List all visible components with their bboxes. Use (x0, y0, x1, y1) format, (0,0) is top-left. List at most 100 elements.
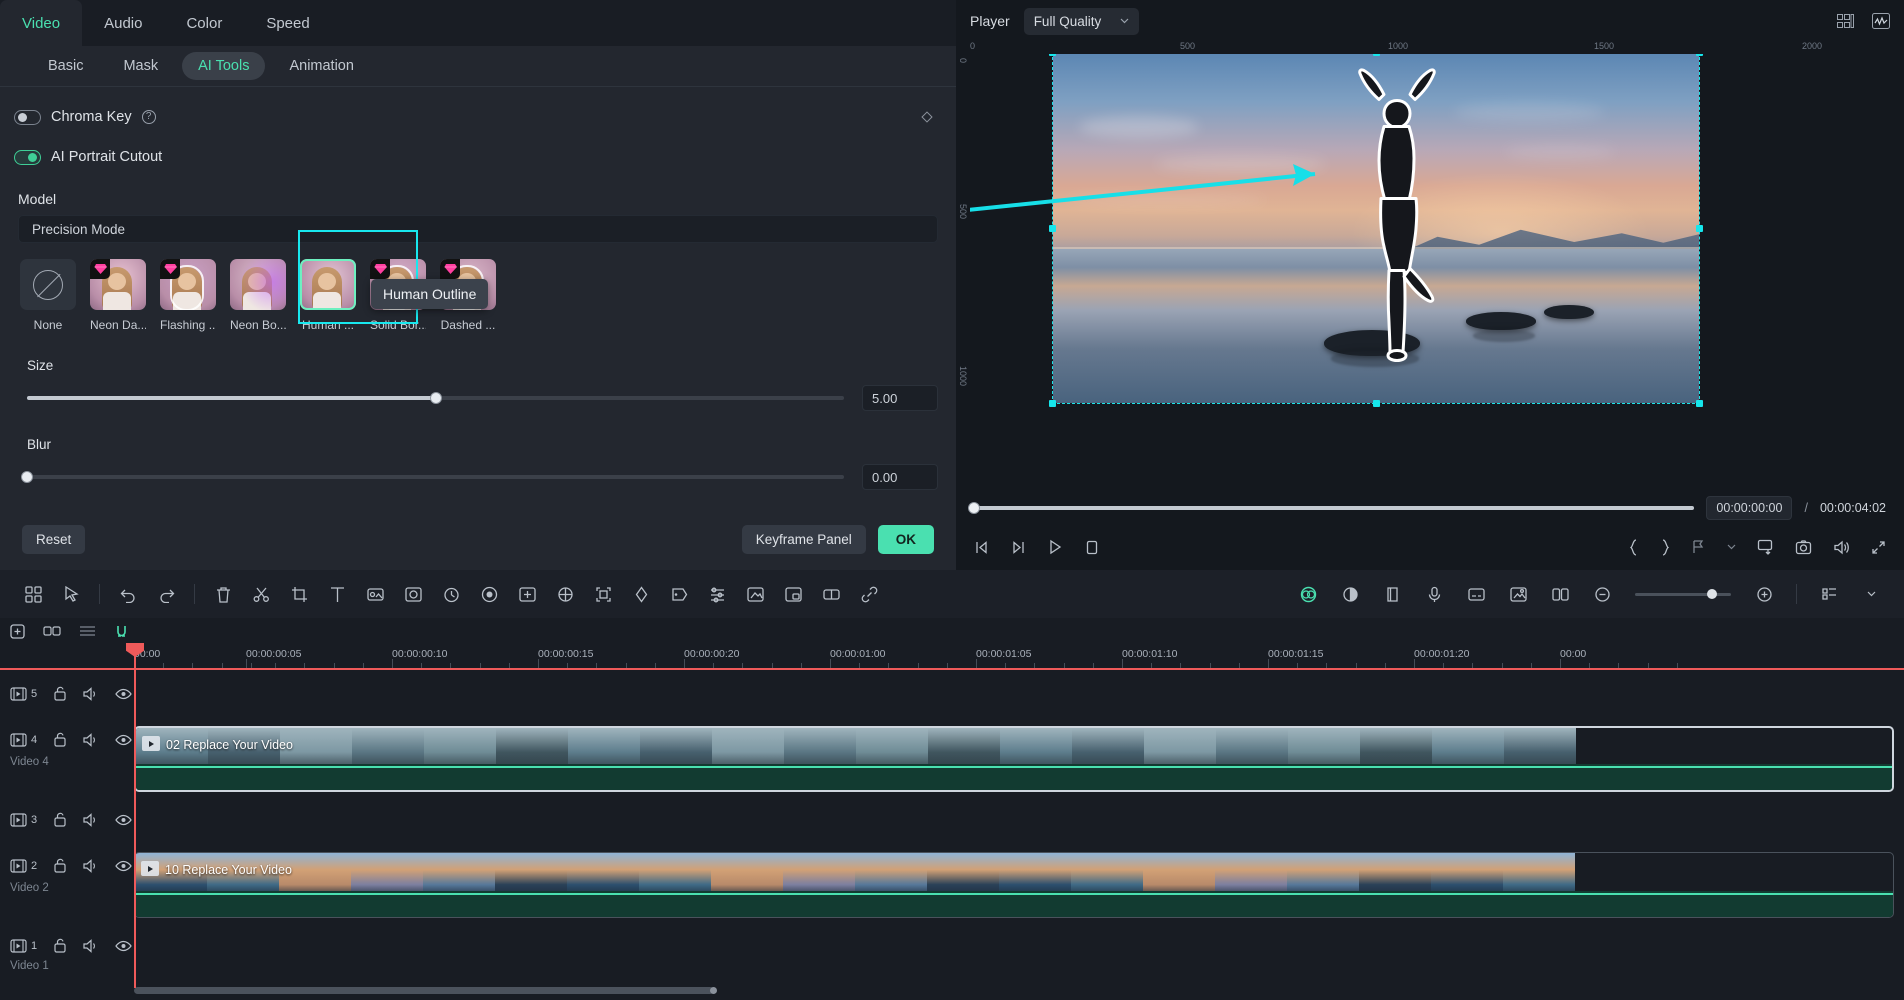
mute-speaker-icon[interactable] (83, 858, 99, 873)
chroma-key-toggle[interactable] (14, 109, 41, 125)
eye-visibility-icon[interactable] (115, 734, 132, 746)
subtab-animation[interactable]: Animation (273, 52, 369, 80)
preset-thumb-2[interactable] (160, 259, 216, 310)
chevron-down-icon[interactable] (1727, 544, 1736, 550)
preset-thumb-4[interactable] (300, 259, 356, 310)
color-swatch-icon[interactable] (356, 575, 394, 613)
next-frame-icon[interactable] (1011, 540, 1026, 555)
record-icon[interactable] (470, 575, 508, 613)
transition-icon[interactable] (1541, 575, 1579, 613)
markers-icon[interactable] (79, 624, 96, 638)
timeline-zoom-slider[interactable] (1635, 589, 1731, 599)
preset-thumb-3[interactable] (230, 259, 286, 310)
motion-track-icon[interactable] (546, 575, 584, 613)
mute-speaker-icon[interactable] (83, 812, 99, 827)
ok-button[interactable]: OK (877, 524, 934, 554)
waveform-icon[interactable] (1872, 13, 1890, 29)
adjust-icon[interactable] (1331, 575, 1369, 613)
tab-audio[interactable]: Audio (82, 0, 164, 46)
marker-icon[interactable] (660, 575, 698, 613)
picture-in-picture-icon[interactable] (774, 575, 812, 613)
current-timecode[interactable]: 00:00:00:00 (1706, 496, 1793, 520)
film-track-icon[interactable] (10, 858, 27, 873)
eye-visibility-icon[interactable] (115, 814, 132, 826)
preset-4[interactable]: Human ... (300, 259, 356, 332)
blur-value-input[interactable]: 0.00 (862, 464, 938, 490)
zoom-out-icon[interactable] (1583, 575, 1621, 613)
timeline-horizontal-scrollbar[interactable] (134, 987, 1894, 996)
play-icon[interactable] (1048, 539, 1063, 555)
grid-view-icon[interactable] (1837, 13, 1854, 29)
lock-icon[interactable] (53, 938, 67, 953)
diamond-keyframe-icon[interactable] (921, 111, 933, 123)
quality-select[interactable]: Full Quality (1023, 7, 1139, 35)
sticker-icon[interactable] (1499, 575, 1537, 613)
auto-sync-icon[interactable] (43, 624, 61, 638)
auto-reframe-icon[interactable] (584, 575, 622, 613)
video-canvas[interactable] (1049, 54, 1703, 407)
mute-speaker-icon[interactable] (83, 938, 99, 953)
preset-0[interactable]: None (20, 259, 76, 332)
mask-shape-icon[interactable] (394, 575, 432, 613)
timeline-clip[interactable]: 10 Replace Your Video (134, 852, 1894, 918)
delete-icon[interactable] (204, 575, 242, 613)
add-media-icon[interactable] (10, 623, 25, 639)
view-options-icon[interactable] (1810, 575, 1848, 613)
preset-3[interactable]: Neon Bo... (230, 259, 286, 332)
blur-slider-track[interactable] (21, 471, 844, 483)
stop-icon[interactable] (1085, 540, 1099, 555)
timeline-clip[interactable]: 02 Replace Your Video (134, 726, 1894, 792)
size-value-input[interactable]: 5.00 (862, 385, 938, 411)
pointer-select-icon[interactable] (52, 575, 90, 613)
crop-icon[interactable] (280, 575, 318, 613)
film-track-icon[interactable] (10, 812, 27, 827)
green-screen-icon[interactable] (736, 575, 774, 613)
chevron-down-icon[interactable] (1852, 575, 1890, 613)
mute-speaker-icon[interactable] (83, 686, 99, 701)
magnet-snap-icon[interactable] (114, 624, 129, 639)
split-scissors-icon[interactable] (242, 575, 280, 613)
speed-icon[interactable] (432, 575, 470, 613)
lock-icon[interactable] (53, 812, 67, 827)
mute-speaker-icon[interactable] (83, 732, 99, 747)
eye-visibility-icon[interactable] (115, 688, 132, 700)
subtab-ai-tools[interactable]: AI Tools (182, 52, 266, 80)
timeline-playhead[interactable] (134, 644, 136, 988)
size-slider-track[interactable] (27, 392, 844, 404)
mark-in-icon[interactable] (1629, 538, 1639, 556)
prev-frame-icon[interactable] (974, 540, 989, 555)
fullscreen-icon[interactable] (1871, 540, 1886, 555)
grid-layout-icon[interactable] (14, 575, 52, 613)
audio-mixer-icon[interactable] (698, 575, 736, 613)
help-circle-icon[interactable]: ? (141, 110, 156, 124)
voiceover-mic-icon[interactable] (1415, 575, 1453, 613)
lock-icon[interactable] (53, 858, 67, 873)
preset-thumb-0[interactable] (20, 259, 76, 310)
stabilize-icon[interactable] (508, 575, 546, 613)
pop-out-icon[interactable] (1757, 539, 1774, 555)
link-icon[interactable] (850, 575, 888, 613)
film-track-icon[interactable] (10, 732, 27, 747)
preset-thumb-1[interactable] (90, 259, 146, 310)
keyframe-icon[interactable] (622, 575, 660, 613)
tab-color[interactable]: Color (164, 0, 244, 46)
preset-2[interactable]: Flashing ... (160, 259, 216, 332)
zoom-in-icon[interactable] (1745, 575, 1783, 613)
ai-portrait-cutout-toggle[interactable] (14, 149, 41, 165)
undo-icon[interactable] (109, 575, 147, 613)
tab-video[interactable]: Video (0, 0, 83, 46)
snapshot-icon[interactable] (1795, 539, 1812, 555)
model-select[interactable]: Precision Mode (18, 215, 938, 243)
text-icon[interactable] (318, 575, 356, 613)
film-track-icon[interactable] (10, 938, 27, 953)
keyframe-panel-button[interactable]: Keyframe Panel (741, 524, 866, 554)
eye-visibility-icon[interactable] (115, 940, 132, 952)
split-screen-icon[interactable] (812, 575, 850, 613)
playhead-scrubber[interactable] (968, 502, 1695, 514)
timeline-ruler[interactable]: 00:00 00:00:00:05 00:00:00:10 00:00:00:15 00… (0, 644, 1904, 670)
preset-1[interactable]: Neon Da... (90, 259, 146, 332)
reset-button[interactable]: Reset (22, 524, 86, 554)
subtab-basic[interactable]: Basic (32, 52, 99, 80)
silence-detect-icon[interactable] (1373, 575, 1411, 613)
redo-icon[interactable] (147, 575, 185, 613)
